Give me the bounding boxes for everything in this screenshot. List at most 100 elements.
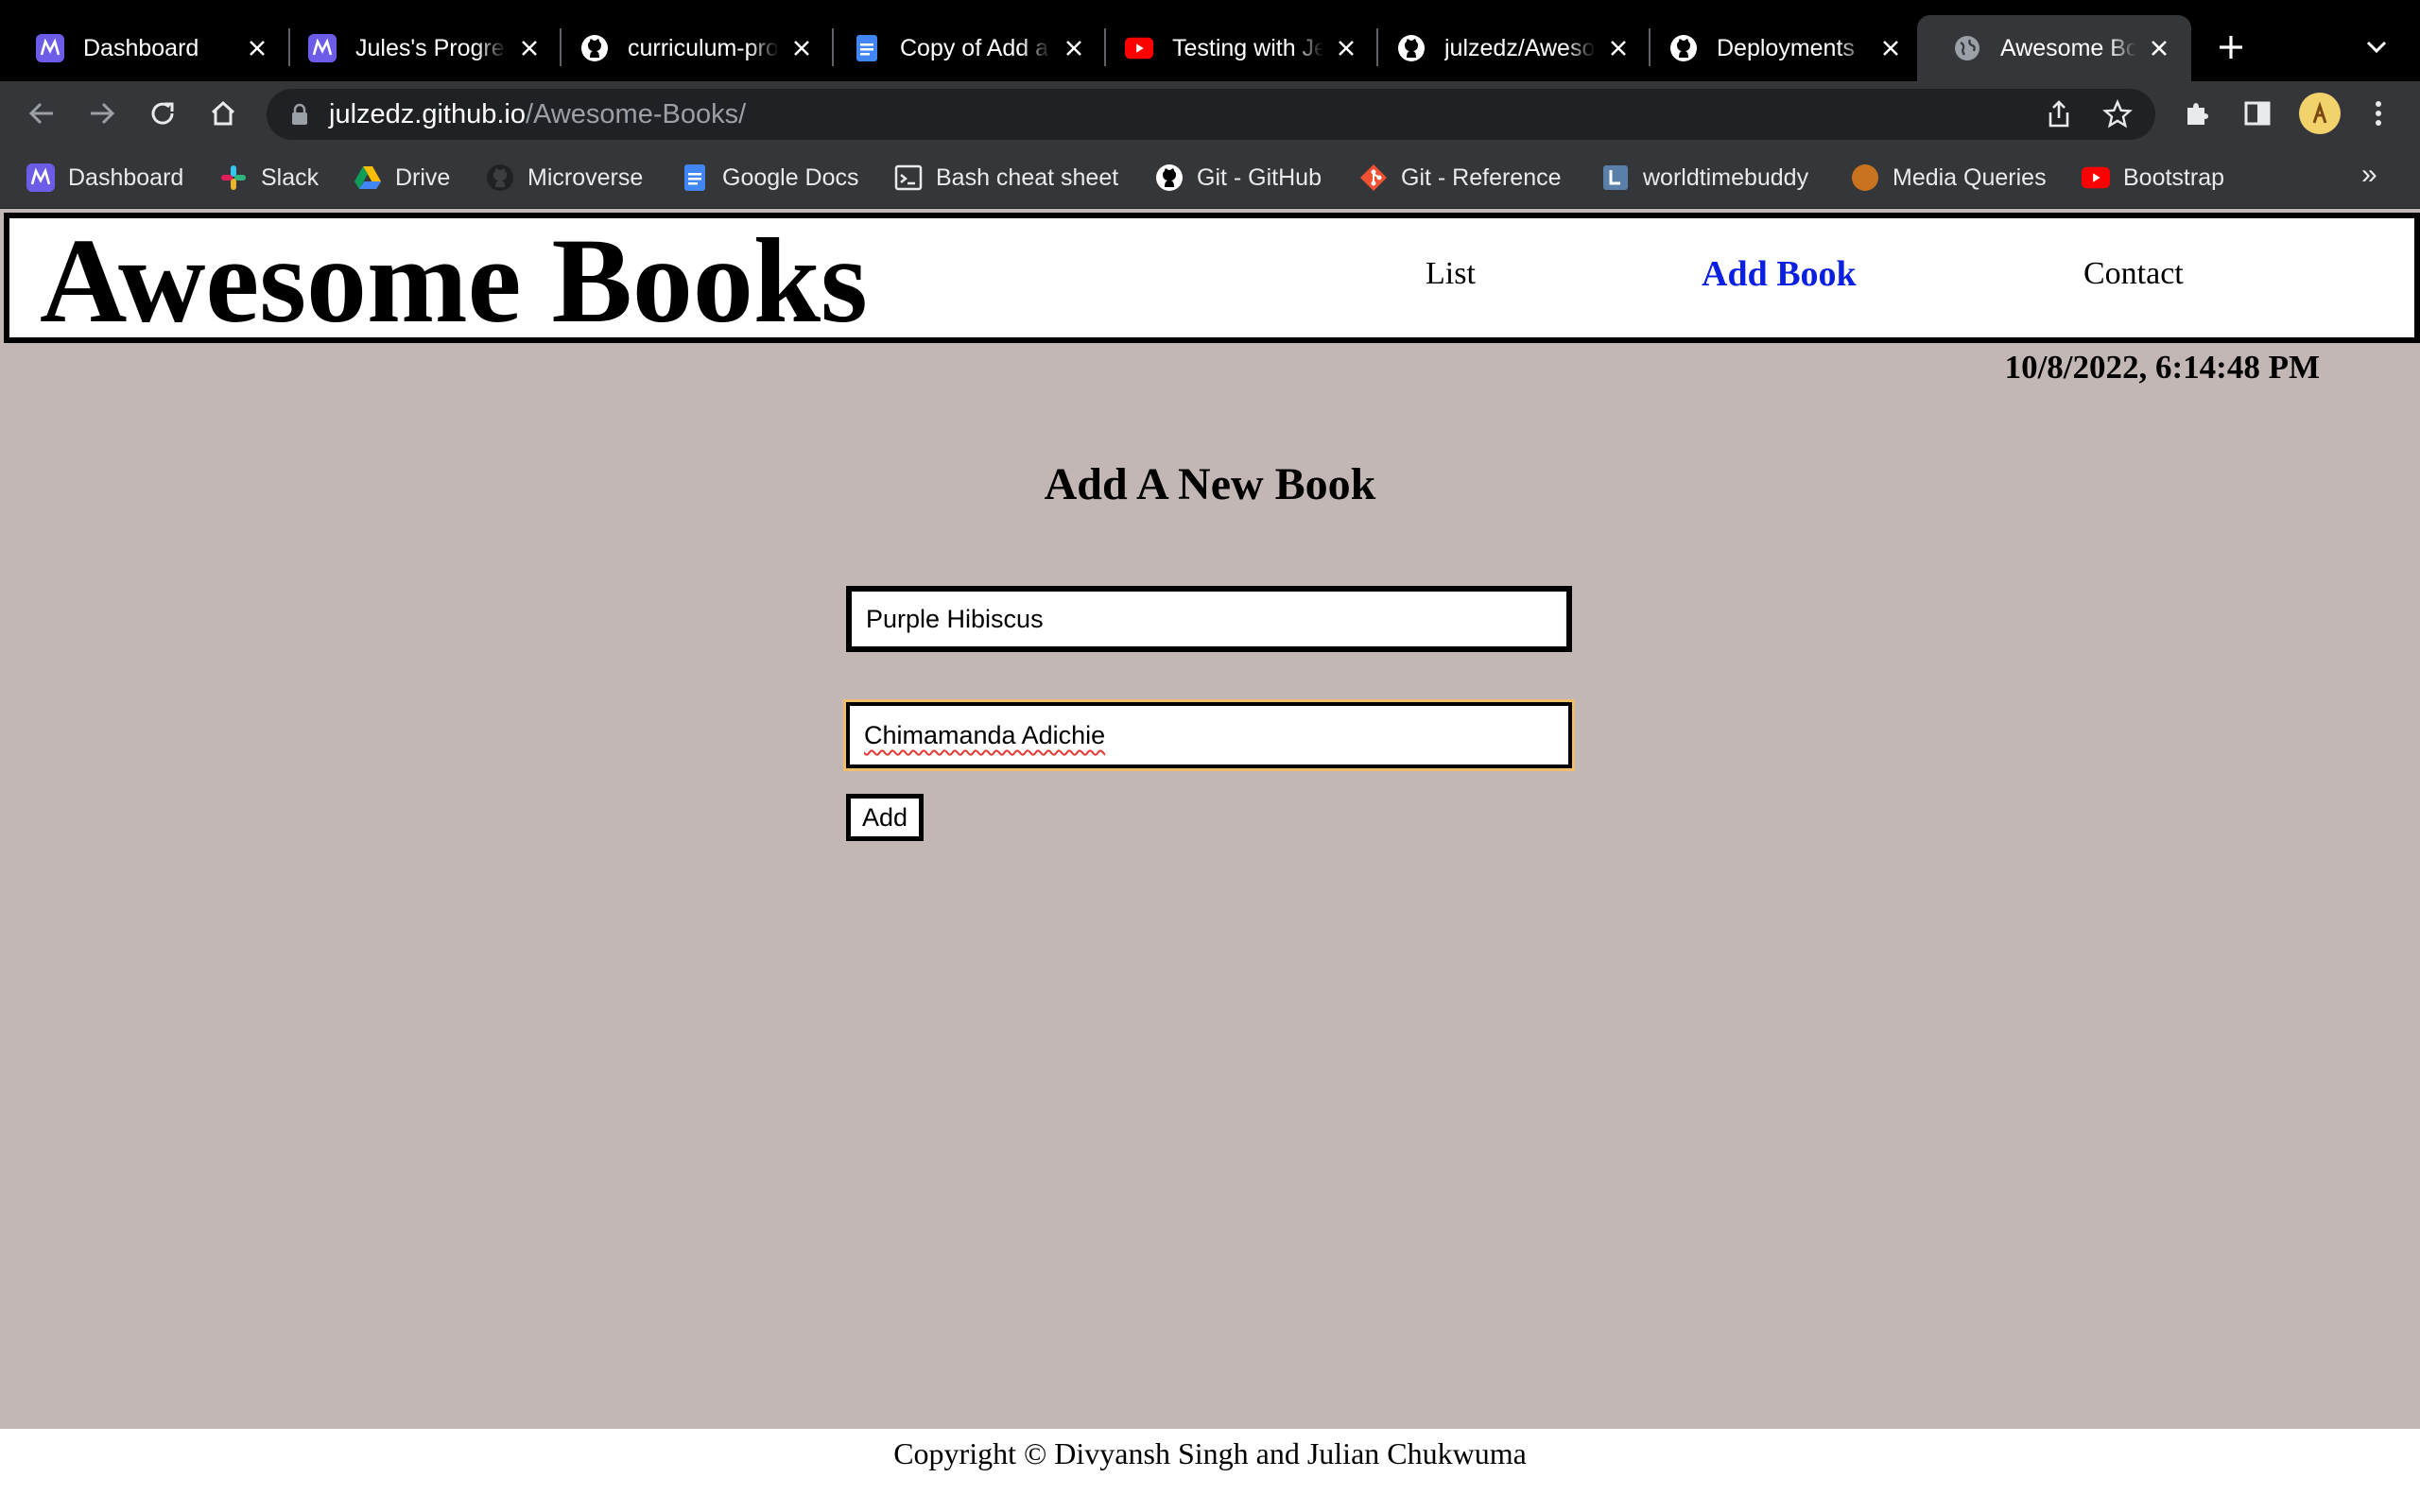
- browser-tab[interactable]: Jules's Progress: [272, 15, 562, 81]
- close-icon[interactable]: [516, 35, 543, 61]
- bookmark-item[interactable]: Bootstrap: [2082, 159, 2224, 197]
- bookmark-item[interactable]: Bash cheat sheet: [894, 159, 1118, 197]
- git-icon: [1359, 163, 1388, 192]
- add-book-heading: Add A New Book: [1044, 459, 1376, 509]
- github-icon: [486, 163, 514, 192]
- back-arrow-icon[interactable]: [23, 94, 60, 132]
- tab-title: curriculum-products: [628, 34, 779, 61]
- close-icon[interactable]: [1333, 35, 1359, 61]
- google-drive-icon: [354, 163, 382, 192]
- github-icon: [580, 34, 609, 62]
- browser-tab[interactable]: julzedz/Awesome: [1361, 15, 1651, 81]
- tab-title: Testing with Jest: [1172, 34, 1323, 61]
- terminal-icon: [894, 163, 923, 192]
- browser-tab-active[interactable]: Awesome Books: [1917, 15, 2191, 81]
- bookmark-label: Drive: [395, 163, 451, 191]
- book-title-input[interactable]: [846, 586, 1572, 652]
- tab-title: Deployments: [1717, 34, 1855, 61]
- worldtimebuddy-icon: [1601, 163, 1630, 192]
- bookmark-label: Git - Reference: [1401, 163, 1562, 191]
- bookmark-item[interactable]: Microverse: [486, 159, 643, 197]
- microverse-icon: [308, 34, 337, 62]
- tab-search-chevron-icon[interactable]: [2360, 30, 2394, 64]
- bookmark-item[interactable]: Slack: [219, 159, 319, 197]
- browser-tab[interactable]: Dashboard: [0, 15, 289, 81]
- bookmark-label: worldtimebuddy: [1643, 163, 1809, 191]
- nav-contact-link[interactable]: Contact: [2083, 256, 2184, 292]
- extensions-puzzle-icon[interactable]: [2178, 94, 2216, 132]
- slack-icon: [219, 163, 248, 192]
- close-icon[interactable]: [1061, 35, 1087, 61]
- close-icon[interactable]: [1877, 35, 1904, 61]
- home-icon[interactable]: [204, 94, 242, 132]
- forward-arrow-icon[interactable]: [83, 94, 121, 132]
- book-author-input[interactable]: Chimamanda Adichie: [846, 702, 1572, 768]
- google-docs-icon: [681, 163, 709, 192]
- browser-tab[interactable]: Deployments: [1634, 15, 1923, 81]
- url-host: julzedz.github.io: [329, 99, 526, 129]
- bookmark-item[interactable]: Dashboard: [26, 159, 183, 197]
- bookmark-label: Git - GitHub: [1197, 163, 1322, 191]
- close-icon[interactable]: [1605, 35, 1632, 61]
- add-book-button[interactable]: Add: [846, 794, 924, 841]
- bookmark-label: Google Docs: [722, 163, 859, 191]
- microverse-icon: [26, 163, 55, 192]
- profile-avatar[interactable]: [2299, 93, 2341, 134]
- more-vert-icon[interactable]: [2360, 94, 2397, 132]
- close-icon[interactable]: [788, 35, 815, 61]
- side-panel-icon[interactable]: [2238, 94, 2276, 132]
- author-input-text: Chimamanda Adichie: [864, 721, 1106, 749]
- google-docs-icon: [853, 34, 881, 62]
- new-tab-plus-icon[interactable]: [2212, 28, 2250, 66]
- nav-add-book-link[interactable]: Add Book: [1702, 253, 1857, 295]
- bookmark-item[interactable]: worldtimebuddy: [1601, 159, 1808, 197]
- close-icon[interactable]: [244, 35, 270, 61]
- reload-icon[interactable]: [144, 94, 182, 132]
- bookmark-item[interactable]: Git - GitHub: [1155, 159, 1322, 197]
- github-icon: [1397, 34, 1426, 62]
- address-bar[interactable]: julzedz.github.io/Awesome-Books/: [267, 89, 2155, 140]
- tab-title: Awesome Books: [2000, 34, 2136, 61]
- bookmark-item[interactable]: Git - Reference: [1359, 159, 1562, 197]
- current-datetime: 10/8/2022, 6:14:48 PM: [2004, 349, 2320, 386]
- tab-title: Copy of Add a: [900, 34, 1049, 61]
- share-icon[interactable]: [2044, 99, 2074, 129]
- copyright-text: Copyright © Divyansh Singh and Julian Ch…: [893, 1436, 1527, 1470]
- orange-circle-icon: [1851, 163, 1879, 192]
- bookmark-label: Microverse: [527, 163, 644, 191]
- browser-tab[interactable]: Copy of Add a: [817, 15, 1106, 81]
- url-path: /Awesome-Books/: [525, 99, 747, 129]
- github-icon: [1155, 163, 1184, 192]
- bookmarks-bar: Dashboard Slack Drive Microverse Google …: [0, 146, 2420, 209]
- tab-title: julzedz/Awesome: [1444, 34, 1596, 61]
- tab-title: Dashboard: [83, 34, 199, 61]
- github-icon: [1669, 34, 1698, 62]
- bookmark-label: Media Queries: [1893, 163, 2047, 191]
- browser-tab[interactable]: curriculum-products: [544, 15, 834, 81]
- browser-tab-strip: Dashboard Jules's Progress curriculum-pr…: [0, 0, 2420, 81]
- site-logo: Awesome Books: [40, 214, 868, 348]
- bookmark-label: Bootstrap: [2123, 163, 2225, 191]
- bookmark-item[interactable]: Drive: [354, 159, 450, 197]
- site-header: Awesome Books List Add Book Contact: [4, 213, 2420, 343]
- url-text[interactable]: julzedz.github.io/Awesome-Books/: [329, 98, 746, 130]
- web-page: Awesome Books List Add Book Contact 10/8…: [0, 209, 2420, 1512]
- bookmark-label: Slack: [261, 163, 320, 191]
- bookmark-label: Bash cheat sheet: [936, 163, 1119, 191]
- bookmarks-overflow-chevron[interactable]: »: [2361, 159, 2377, 191]
- close-icon[interactable]: [2146, 35, 2172, 61]
- bookmark-label: Dashboard: [68, 163, 184, 191]
- bookmark-star-icon[interactable]: [2102, 99, 2133, 129]
- globe-icon: [1953, 34, 1981, 62]
- lock-icon[interactable]: [287, 102, 312, 127]
- bookmark-item[interactable]: Media Queries: [1851, 159, 2047, 197]
- browser-toolbar: julzedz.github.io/Awesome-Books/: [0, 81, 2420, 146]
- youtube-icon: [1125, 34, 1153, 62]
- youtube-icon: [2082, 163, 2110, 192]
- browser-tab[interactable]: Testing with Jest: [1089, 15, 1378, 81]
- microverse-icon: [36, 34, 64, 62]
- nav-list-link[interactable]: List: [1426, 256, 1476, 292]
- bookmark-item[interactable]: Google Docs: [681, 159, 859, 197]
- tab-title: Jules's Progress: [355, 34, 507, 61]
- site-footer: Copyright © Divyansh Singh and Julian Ch…: [0, 1429, 2420, 1512]
